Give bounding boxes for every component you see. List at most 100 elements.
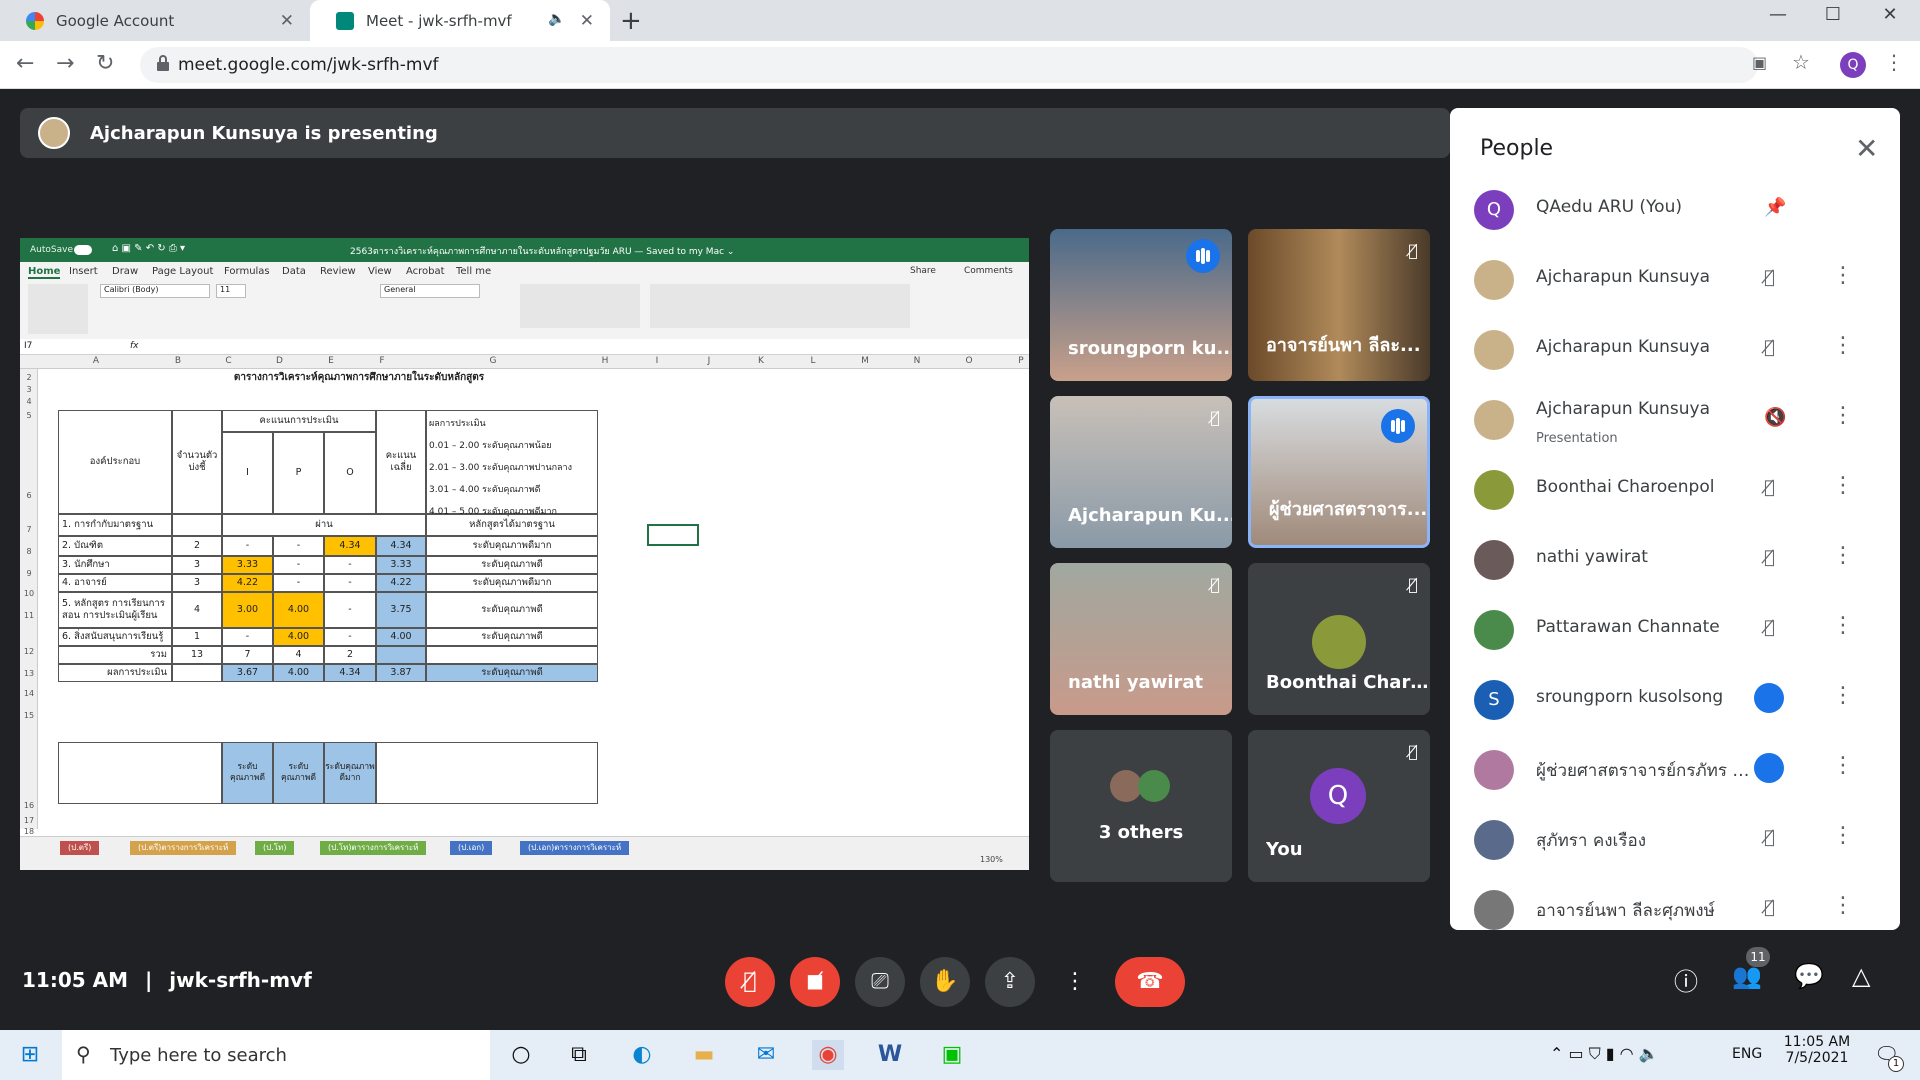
cortana-icon[interactable]: ○ (505, 1040, 537, 1070)
more-options-icon[interactable]: ⋮ (1832, 543, 1854, 568)
table-cell (426, 646, 598, 664)
table-cell: รวม (58, 646, 172, 664)
taskbar-clock[interactable]: 11:05 AM 7/5/2021 (1782, 1034, 1852, 1066)
mic-off-icon[interactable]: 🎙̸ (1764, 477, 1775, 498)
participant-tile[interactable]: 🎙̸ Ajcharapun Ku... (1050, 396, 1232, 548)
line-icon[interactable]: ▣ (936, 1040, 968, 1070)
participant-list-item[interactable]: Pattarawan Channate 🎙̸ ⋮ (1474, 595, 1874, 661)
close-tab-icon[interactable]: ✕ (280, 11, 294, 31)
task-view-icon[interactable]: ⧉ (563, 1040, 595, 1070)
audio-icon[interactable]: 🔈 (548, 11, 565, 27)
profile-avatar[interactable]: Q (1840, 52, 1866, 78)
participant-list-item[interactable]: Boonthai Charoenpol 🎙̸ ⋮ (1474, 455, 1874, 521)
participant-list-item[interactable]: Ajcharapun Kunsuya 🎙̸ ⋮ (1474, 245, 1874, 311)
participant-tile[interactable]: sroungporn ku... (1050, 229, 1232, 381)
participant-list-item[interactable]: Q QAedu ARU (You) 📌 (1474, 175, 1874, 241)
table-cell: - (222, 628, 273, 646)
table-cell: 4.00 (273, 592, 324, 628)
more-options-button[interactable]: ⋮ (1050, 957, 1100, 1007)
mic-off-icon[interactable]: 🎙̸ (1764, 827, 1775, 848)
mic-off-icon[interactable]: 🎙̸ (1764, 267, 1775, 288)
volume-off-icon[interactable]: 🔇 (1764, 407, 1786, 428)
windows-start-icon[interactable]: ⊞ (14, 1040, 46, 1070)
participant-tile[interactable]: 🎙̸ Boonthai Charo... (1248, 563, 1430, 715)
tab-google-account[interactable]: Google Account ✕ (0, 0, 310, 41)
menu-icon[interactable]: ⋮ (1884, 50, 1904, 74)
close-panel-icon[interactable]: ✕ (1855, 132, 1878, 165)
mic-off-icon[interactable]: 🎙̸ (1764, 547, 1775, 568)
more-options-icon[interactable]: ⋮ (1832, 893, 1854, 918)
more-options-icon[interactable]: ⋮ (1832, 823, 1854, 848)
more-options-icon[interactable]: ⋮ (1832, 473, 1854, 498)
speaking-indicator-icon (1754, 683, 1784, 713)
participant-list-item[interactable]: nathi yawirat 🎙̸ ⋮ (1474, 525, 1874, 591)
table-cell: 2. บัณฑิต (58, 536, 172, 556)
speaking-indicator-icon (1381, 409, 1415, 443)
activities-icon[interactable]: △ (1852, 962, 1870, 990)
mic-off-icon[interactable]: 🎙̸ (1764, 617, 1775, 638)
url-field[interactable]: meet.google.com/jwk-srfh-mvf (140, 47, 1758, 83)
table-cell: 5. หลักสูตร การเรียนการสอน การประเมินผู้… (58, 592, 172, 628)
table-cell: 3 (172, 574, 222, 592)
table-cell (172, 514, 222, 536)
close-tab-icon[interactable]: ✕ (580, 11, 594, 31)
participant-name: Ajcharapun Kunsuya (1536, 267, 1711, 287)
chrome-icon[interactable]: ◉ (812, 1040, 844, 1070)
others-tile[interactable]: 3 others (1050, 730, 1232, 882)
cells-editing-group (650, 284, 910, 328)
sheet-tab: (ป.ตรี)ตารางการวิเคราะห์ (130, 841, 237, 855)
more-options-icon[interactable]: ⋮ (1832, 263, 1854, 288)
forward-icon[interactable]: → (56, 51, 74, 76)
language-indicator[interactable]: ENG (1732, 1046, 1762, 1062)
more-options-icon[interactable]: ⋮ (1832, 333, 1854, 358)
participant-list-item[interactable]: อาจารย์นพา ลีละศุภพงษ์ 🎙̸ ⋮ (1474, 875, 1874, 941)
mail-icon[interactable]: ✉ (750, 1040, 782, 1070)
maximize-button[interactable]: ☐ (1813, 4, 1853, 25)
mic-toggle-button[interactable]: 🎙̸ (725, 957, 775, 1007)
back-icon[interactable]: ← (16, 51, 34, 76)
participant-list-item[interactable]: ผู้ช่วยศาสตราจารย์กรภัทร นิ... ⋮ (1474, 735, 1874, 801)
more-options-icon[interactable]: ⋮ (1832, 403, 1854, 428)
edge-icon[interactable]: ◐ (626, 1040, 658, 1070)
camera-blocked-icon[interactable]: ▣ (1752, 53, 1767, 72)
captions-button[interactable]: ⎚ (855, 957, 905, 1007)
mic-off-icon[interactable]: 🎙̸ (1764, 337, 1775, 358)
participant-list-item[interactable]: Ajcharapun Kunsuya Presentation 🔇 ⋮ (1474, 385, 1874, 451)
sheet-tab: (ป.เอก)ตารางการวิเคราะห์ (520, 841, 630, 855)
table-cell: ระดับคุณภาพดี (426, 556, 598, 574)
minimize-button[interactable]: — (1758, 4, 1798, 25)
column-header: O (965, 356, 973, 366)
raise-hand-button[interactable]: ✋ (920, 957, 970, 1007)
meeting-details-icon[interactable]: ⓘ (1674, 962, 1698, 997)
mic-off-icon[interactable]: 🎙̸ (1764, 897, 1775, 918)
bookmark-star-icon[interactable]: ☆ (1792, 50, 1810, 74)
participant-tile[interactable]: 🎙̸ อาจารย์นพา ลีละ... (1248, 229, 1430, 381)
chat-icon[interactable]: 💬 (1794, 962, 1824, 990)
present-button[interactable]: ⇪ (985, 957, 1035, 1007)
taskbar-search[interactable]: ⚲ Type here to search (62, 1030, 490, 1080)
pin-icon[interactable]: 📌 (1764, 197, 1786, 218)
close-window-button[interactable]: ✕ (1870, 4, 1910, 25)
participant-list-item[interactable]: Ssroungporn kusolsong ⋮ (1474, 665, 1874, 731)
file-explorer-icon[interactable]: ▬ (688, 1040, 720, 1070)
participant-name: QAedu ARU (You) (1536, 197, 1682, 217)
self-tile[interactable]: 🎙̸ Q You (1248, 730, 1430, 882)
participant-tile[interactable]: 🎙̸ nathi yawirat (1050, 563, 1232, 715)
camera-toggle-button[interactable]: ◼̸ (790, 957, 840, 1007)
participant-list-item[interactable]: สุภัทรา คงเรือง 🎙̸ ⋮ (1474, 805, 1874, 871)
tab-meet[interactable]: Meet - jwk-srfh-mvf 🔈 ✕ (310, 0, 610, 41)
system-tray-icons[interactable]: ⌃ ▭ ⛉ ▮ ◠ 🔈 (1550, 1044, 1659, 1064)
new-tab-button[interactable]: + (620, 6, 642, 36)
header-avg: คะแนนเฉลี่ย (376, 410, 426, 514)
word-icon[interactable]: W (874, 1040, 906, 1070)
more-options-icon[interactable]: ⋮ (1832, 613, 1854, 638)
leave-call-button[interactable]: ☎ (1115, 957, 1185, 1007)
participant-list-item[interactable]: Ajcharapun Kunsuya 🎙̸ ⋮ (1474, 315, 1874, 381)
more-options-icon[interactable]: ⋮ (1832, 683, 1854, 708)
reload-icon[interactable]: ↻ (96, 51, 114, 76)
more-options-icon[interactable]: ⋮ (1832, 753, 1854, 778)
participant-tile[interactable]: ผู้ช่วยศาสตราจาร... (1248, 396, 1430, 548)
people-panel: People ✕ Q QAedu ARU (You) 📌 Ajcharapun Kun… (1450, 108, 1900, 930)
table-cell: 4.00 (273, 664, 324, 682)
table-cell: 13 (172, 646, 222, 664)
